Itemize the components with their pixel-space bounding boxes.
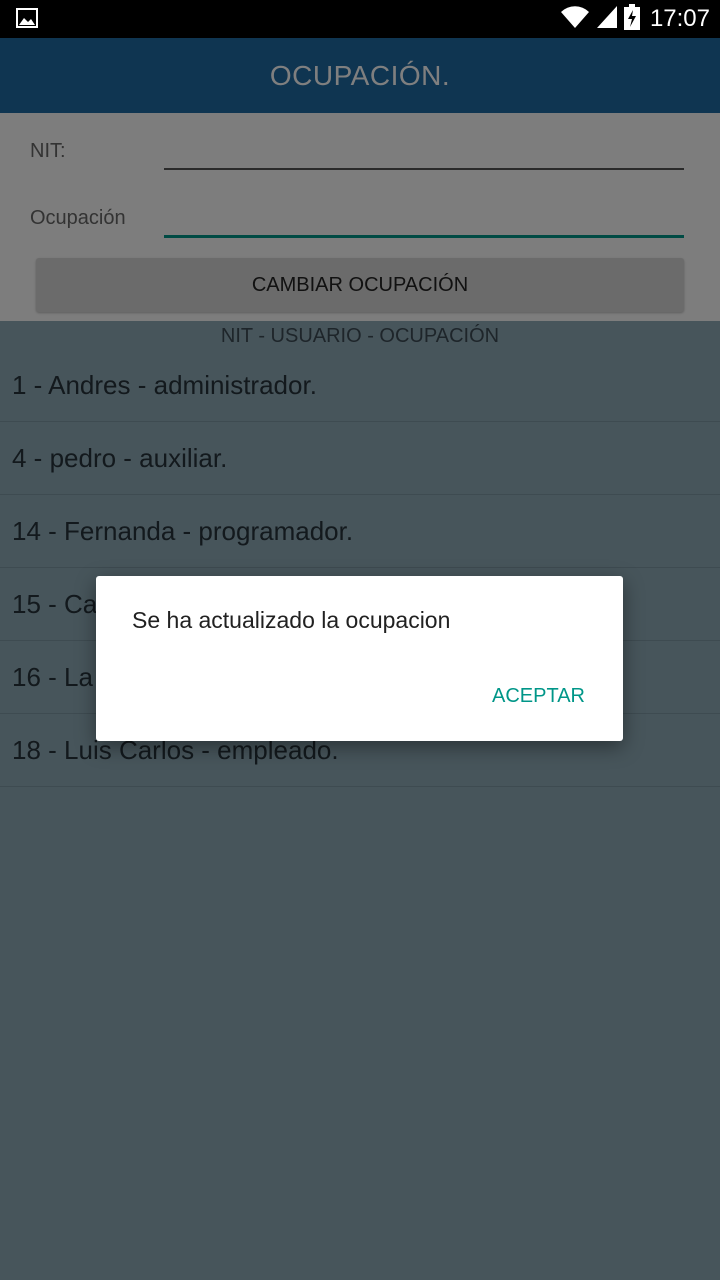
status-time: 17:07 xyxy=(649,5,710,32)
accept-button[interactable]: ACEPTAR xyxy=(480,676,597,716)
wifi-icon xyxy=(560,5,590,34)
alert-dialog: Se ha actualizado la ocupacion ACEPTAR xyxy=(96,576,623,741)
signal-icon xyxy=(596,5,618,34)
battery-charging-icon xyxy=(623,3,640,35)
gallery-icon xyxy=(16,8,38,33)
status-icons: 17:07 xyxy=(560,3,710,35)
status-bar: 17:07 xyxy=(0,0,720,38)
dialog-message: Se ha actualizado la ocupacion xyxy=(132,607,451,633)
